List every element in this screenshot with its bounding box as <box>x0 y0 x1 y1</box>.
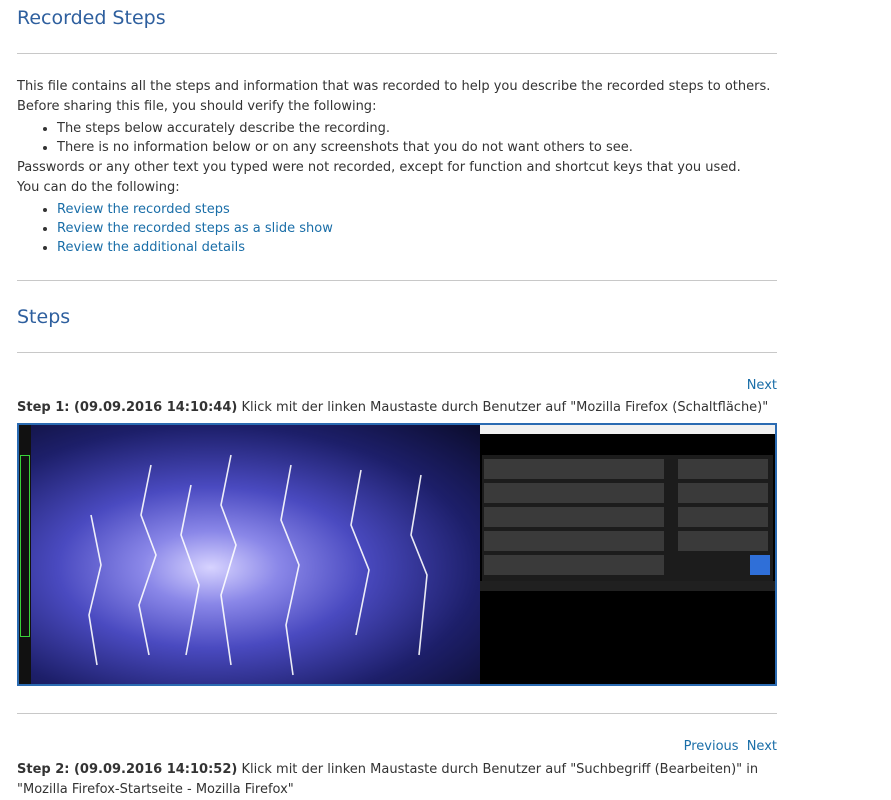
action-links: Review the recorded steps Review the rec… <box>41 200 333 257</box>
additional-details-link[interactable]: Review the additional details <box>57 240 245 255</box>
slideshow-link[interactable]: Review the recorded steps as a slide sho… <box>57 221 333 236</box>
intro-line-4: You can do the following: <box>17 180 180 195</box>
link-item: Review the additional details <box>41 238 333 257</box>
step-1-nav: Next <box>743 378 777 393</box>
lightning-bolts <box>88 454 428 676</box>
link-item: Review the recorded steps as a slide sho… <box>41 219 333 238</box>
verify-item: The steps below accurately describe the … <box>41 119 633 138</box>
divider <box>17 713 777 714</box>
intro-line-2: Before sharing this file, you should ver… <box>17 99 377 114</box>
step-1-text: Klick mit der linken Maustaste durch Ben… <box>241 400 769 415</box>
screenshot-taskbar-bottom <box>480 581 775 591</box>
step-2-nav: Previous Next <box>680 739 777 754</box>
page-title: Recorded Steps <box>17 7 166 29</box>
step-1-label: Step 1: (09.09.2016 14:10:44) <box>17 400 238 415</box>
intro-line-1: This file contains all the steps and inf… <box>17 79 771 94</box>
previous-link[interactable]: Previous <box>684 739 739 754</box>
step-2-description: Step 2: (09.09.2016 14:10:52) Klick mit … <box>17 760 777 800</box>
step-2-label: Step 2: (09.09.2016 14:10:52) <box>17 762 238 777</box>
steps-heading: Steps <box>17 306 71 328</box>
next-link[interactable]: Next <box>747 739 777 754</box>
divider <box>17 352 777 353</box>
verify-item: There is no information below or on any … <box>41 138 633 157</box>
keyboard-grid <box>484 459 770 575</box>
intro-line-3: Passwords or any other text you typed we… <box>17 160 741 175</box>
screenshot-taskbar <box>19 425 31 684</box>
on-screen-keyboard <box>480 425 775 684</box>
review-steps-link[interactable]: Review the recorded steps <box>57 202 230 217</box>
lightning-wallpaper <box>31 425 480 684</box>
divider <box>17 53 777 54</box>
step-1-description: Step 1: (09.09.2016 14:10:44) Klick mit … <box>17 398 777 418</box>
verify-list: The steps below accurately describe the … <box>41 119 633 157</box>
highlight-ring <box>20 455 30 637</box>
step-1-screenshot[interactable] <box>17 423 777 686</box>
link-item: Review the recorded steps <box>41 200 333 219</box>
keyboard-titlebar <box>480 425 775 434</box>
keyboard-keys <box>482 455 773 581</box>
next-link[interactable]: Next <box>747 378 777 393</box>
divider <box>17 280 777 281</box>
